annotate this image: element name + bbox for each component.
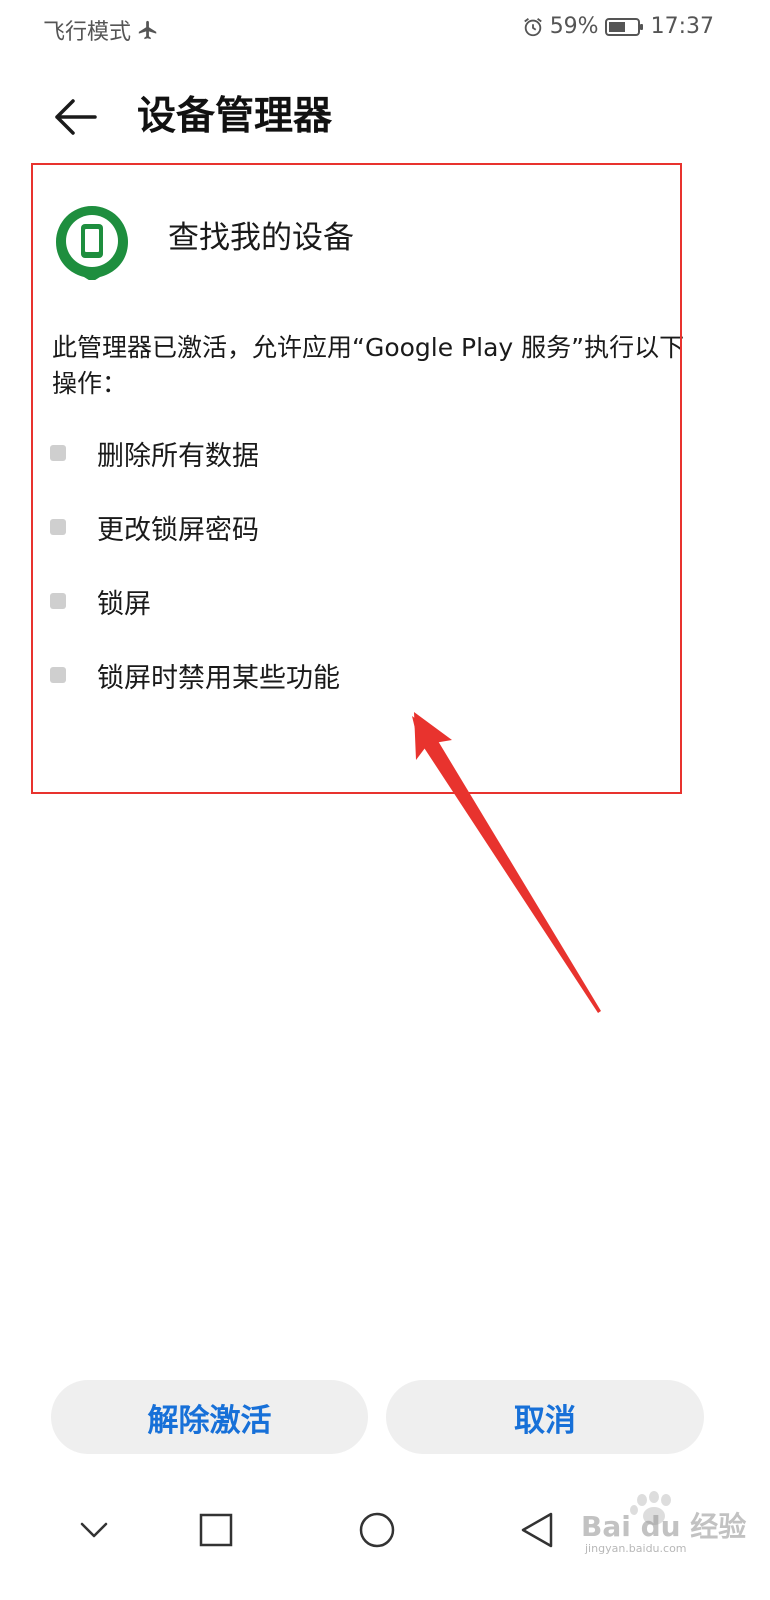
back-button[interactable] — [50, 92, 100, 142]
airplane-icon — [137, 19, 159, 41]
nav-hide-button[interactable] — [64, 1500, 124, 1560]
status-left: 飞行模式 — [43, 14, 159, 46]
status-time: 17:37 — [650, 14, 714, 39]
back-arrow-icon — [55, 99, 97, 135]
status-right: 59% 17:37 — [522, 14, 714, 39]
watermark-sub: jingyan.baidu.com — [585, 1542, 687, 1555]
airplane-mode-label: 飞行模式 — [43, 20, 132, 45]
deactivate-button[interactable]: 解除激活 — [51, 1380, 368, 1454]
nav-recents-button[interactable] — [186, 1500, 246, 1560]
nav-back-button[interactable] — [507, 1500, 567, 1560]
square-recents-icon — [199, 1513, 233, 1547]
annotation-highlight-box — [31, 163, 682, 794]
chevron-down-icon — [80, 1522, 108, 1538]
nav-home-button[interactable] — [347, 1500, 407, 1560]
header: 设备管理器 — [0, 80, 770, 155]
triangle-back-icon — [521, 1512, 553, 1548]
watermark-text: Bai du 经验 — [581, 1510, 747, 1543]
page-title: 设备管理器 — [137, 94, 333, 139]
battery-icon — [604, 16, 645, 38]
status-bar: 飞行模式 59% 17:37 — [0, 0, 770, 60]
circle-home-icon — [359, 1512, 395, 1548]
battery-percent: 59% — [549, 14, 599, 39]
cancel-button[interactable]: 取消 — [386, 1380, 704, 1454]
alarm-icon — [522, 16, 544, 38]
